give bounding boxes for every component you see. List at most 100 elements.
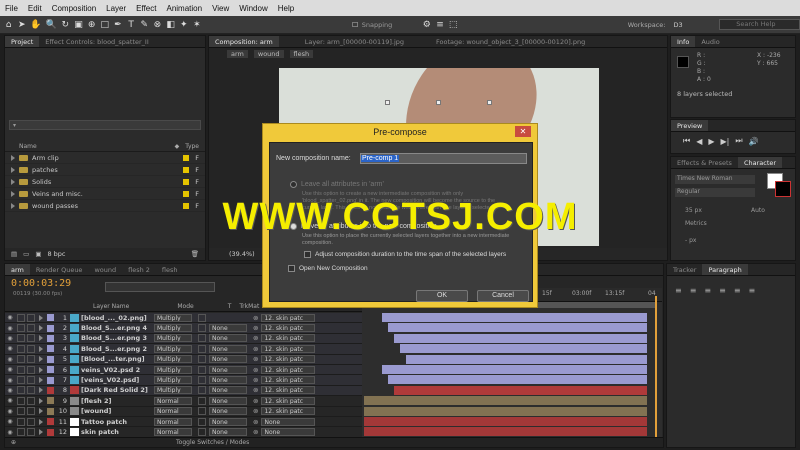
first-frame-icon[interactable]: ⏮ [683, 136, 690, 146]
blend-mode-select[interactable]: Multiply [154, 386, 192, 395]
brush-tool-icon[interactable]: ✎ [140, 19, 149, 31]
layer-name[interactable]: skin patch [81, 428, 151, 436]
timeline-graph-area[interactable]: 15f 03:00f 13:15f 04 [362, 288, 662, 438]
puppet-tool-icon[interactable]: ✶ [192, 19, 201, 31]
snapping-checkbox-icon[interactable]: ☐ [351, 19, 360, 31]
blend-mode-select[interactable]: Multiply [154, 324, 192, 333]
layer-duration-bar[interactable] [364, 427, 647, 437]
preserve-transparency-toggle[interactable] [198, 386, 206, 395]
preserve-transparency-toggle[interactable] [198, 344, 206, 353]
search-help-input[interactable]: Search Help [719, 19, 800, 30]
play-icon[interactable]: ▶ [708, 137, 714, 146]
layer-label-swatch[interactable] [47, 407, 54, 415]
tab-footage[interactable]: Footage: wound_object_3_[00000-00120].pn… [430, 38, 591, 46]
leave-attributes-option[interactable]: Leave all attributes in 'arm' [290, 181, 384, 188]
expand-triangle-icon[interactable] [11, 190, 15, 197]
layer-duration-bar[interactable] [394, 333, 647, 343]
preserve-transparency-toggle[interactable] [198, 334, 206, 343]
visibility-eye-icon[interactable]: ◉ [5, 314, 15, 321]
solo-toggle[interactable] [17, 396, 25, 405]
layer-label-swatch[interactable] [47, 345, 54, 353]
tab-audio[interactable]: Audio [695, 38, 725, 46]
footer-toggle-icon[interactable]: ⊕ [11, 439, 16, 446]
layer-label-swatch[interactable] [47, 397, 54, 405]
menu-item-composition[interactable]: Composition [47, 4, 101, 13]
tab-character[interactable]: Character [737, 157, 783, 168]
layer-duration-bar[interactable] [406, 354, 647, 364]
tab-project[interactable]: Project [5, 36, 40, 47]
timeline-tab-flesh[interactable]: flesh [156, 266, 184, 274]
lock-toggle[interactable] [27, 396, 35, 405]
solo-toggle[interactable] [17, 334, 25, 343]
close-icon[interactable]: ✕ [515, 126, 531, 137]
roto-tool-icon[interactable]: ✦ [179, 19, 188, 31]
t-column[interactable]: T [228, 303, 232, 310]
blend-mode-select[interactable]: Multiply [154, 313, 192, 322]
expand-layer-icon[interactable] [39, 366, 43, 373]
tab-effect-controls[interactable]: Effect Controls: blood_spatter_II [39, 38, 155, 46]
project-item[interactable]: Solids F [5, 176, 205, 188]
adjust-duration-checkbox[interactable] [304, 251, 311, 258]
trkmat-column[interactable]: TrkMat [239, 303, 259, 310]
parent-pickwhip-icon[interactable]: ⊚ [253, 428, 258, 436]
solo-toggle[interactable] [17, 428, 25, 437]
camera-tool-icon[interactable]: ▣ [74, 19, 83, 31]
parent-select[interactable]: None [261, 417, 316, 426]
layer-label-swatch[interactable] [47, 314, 54, 322]
layer-label-swatch[interactable] [47, 366, 54, 374]
layer-name[interactable]: [Dark Red Solid 2] [81, 386, 151, 394]
layer-name[interactable]: Blood_S...er.png 4 [81, 324, 151, 332]
layer-duration-bar[interactable] [382, 313, 647, 322]
font-size-field[interactable]: 35 px [685, 207, 702, 214]
layer-name[interactable]: [wound] [81, 407, 151, 415]
layer-label-swatch[interactable] [47, 428, 54, 436]
mask-tool-icon[interactable]: □ [100, 19, 110, 31]
menu-item-window[interactable]: Window [234, 4, 272, 13]
track-matte-select[interactable]: None [209, 334, 247, 343]
lock-toggle[interactable] [27, 428, 35, 437]
menu-item-edit[interactable]: Edit [23, 4, 47, 13]
preserve-transparency-toggle[interactable] [198, 396, 206, 405]
blend-mode-select[interactable]: Normal [154, 396, 192, 405]
lock-toggle[interactable] [27, 324, 35, 333]
timecode-display[interactable]: 0:00:03:29 [11, 278, 71, 289]
tab-tracker[interactable]: Tracker [667, 266, 702, 274]
timeline-tab-flesh-2[interactable]: flesh 2 [122, 266, 156, 274]
preserve-transparency-toggle[interactable] [198, 407, 206, 416]
layer-duration-bar[interactable] [394, 385, 647, 395]
track-matte-select[interactable]: None [209, 355, 247, 364]
parent-select[interactable]: 12. skin patc [261, 324, 316, 333]
layer-name[interactable]: veins_V02.psd 2 [81, 366, 151, 374]
parent-pickwhip-icon[interactable]: ⊚ [253, 324, 258, 332]
zoom-level[interactable]: (39.4%) [229, 250, 255, 258]
breadcrumb-flesh[interactable]: flesh [289, 50, 314, 58]
blend-mode-select[interactable]: Multiply [154, 376, 192, 385]
lock-toggle[interactable] [27, 407, 35, 416]
layer-name[interactable]: Blood_S...er.png 3 [81, 334, 151, 342]
menu-item-effect[interactable]: Effect [131, 4, 161, 13]
expand-triangle-icon[interactable] [11, 154, 15, 161]
view-icon[interactable]: ⬚ [449, 19, 458, 31]
stroke-width-field[interactable]: - px [685, 237, 696, 244]
blend-mode-select[interactable]: Multiply [154, 355, 192, 364]
layer-label-swatch[interactable] [47, 324, 54, 332]
preserve-transparency-toggle[interactable] [198, 417, 206, 426]
expand-layer-icon[interactable] [39, 408, 43, 415]
parent-pickwhip-icon[interactable]: ⊚ [253, 355, 258, 363]
expand-layer-icon[interactable] [39, 429, 43, 436]
parent-select[interactable]: 12. skin patc [261, 386, 316, 395]
parent-select[interactable]: 12. skin patc [261, 334, 316, 343]
project-search-input[interactable]: ▾ [9, 120, 201, 130]
table-row[interactable]: ◉ 10 [wound] Normal None ⊚ 12. skin patc [5, 407, 362, 417]
layer-search-input[interactable] [105, 282, 215, 292]
visibility-eye-icon[interactable]: ◉ [5, 356, 15, 363]
timeline-tab-arm[interactable]: arm [5, 264, 30, 275]
handle-1[interactable] [385, 100, 390, 105]
justify-left-icon[interactable]: ≡ [719, 286, 726, 295]
leading-field[interactable]: Auto [751, 207, 765, 214]
solo-toggle[interactable] [17, 313, 25, 322]
pen-tool-icon[interactable]: ✒ [113, 19, 122, 31]
table-row[interactable]: ◉ 11 Tattoo patch Normal None ⊚ None [5, 417, 362, 428]
visibility-eye-icon[interactable]: ◉ [5, 408, 15, 415]
eraser-tool-icon[interactable]: ◧ [166, 19, 175, 31]
